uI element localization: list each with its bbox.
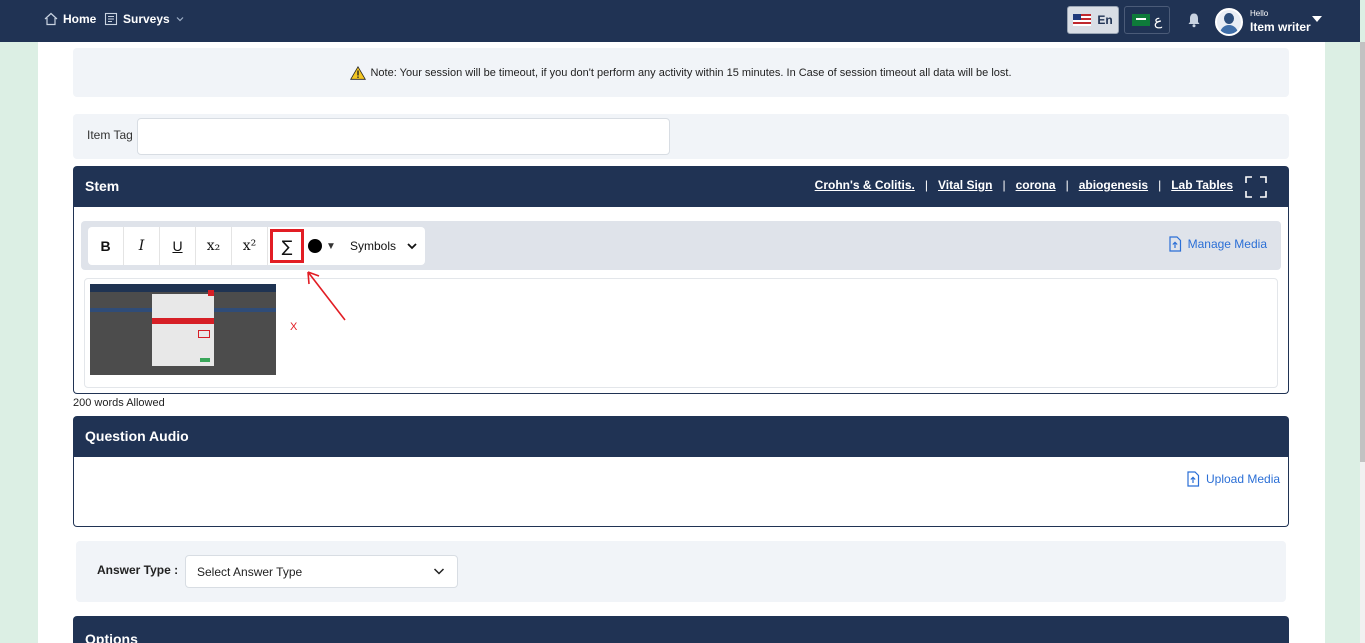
- item-tag-row: Item Tag: [73, 114, 1289, 159]
- manage-media-button[interactable]: Manage Media: [1168, 236, 1267, 252]
- annotation-arrow-icon: [307, 271, 346, 321]
- stem-title: Stem: [85, 178, 120, 194]
- language-english-button[interactable]: En: [1067, 6, 1119, 34]
- language-arabic-button[interactable]: ع: [1124, 6, 1170, 34]
- session-timeout-text: Note: Your session will be timeout, if y…: [370, 66, 1012, 79]
- user-name[interactable]: Item writer: [1250, 20, 1311, 34]
- language-english-label: En: [1097, 13, 1113, 27]
- editor-toolbar: B I U x₂ x² ∑ ▼ Symbols: [88, 227, 425, 265]
- stem-reference-links: Crohn's & Colitis. | Vital Sign | corona…: [815, 178, 1233, 192]
- link-corona[interactable]: corona: [1016, 178, 1056, 192]
- stem-image-thumbnail[interactable]: [90, 284, 276, 375]
- saudi-flag-icon: [1131, 14, 1150, 26]
- options-title: Options: [85, 631, 138, 643]
- user-greeting: Hello: [1250, 9, 1269, 18]
- us-flag-icon: [1073, 14, 1092, 26]
- symbols-label: Symbols: [350, 239, 397, 253]
- answer-type-selected: Select Answer Type: [197, 565, 303, 579]
- link-vital-sign[interactable]: Vital Sign: [938, 178, 992, 192]
- nav-surveys-menu[interactable]: Surveys: [104, 12, 185, 26]
- words-allowed-hint: 200 words Allowed: [73, 397, 165, 409]
- equation-sum-button[interactable]: ∑: [270, 229, 304, 263]
- user-menu-caret-icon[interactable]: [1312, 16, 1322, 22]
- question-audio-header: Question Audio: [73, 416, 1289, 457]
- link-separator: |: [924, 178, 928, 192]
- question-audio-title: Question Audio: [85, 428, 189, 444]
- link-crohns-colitis[interactable]: Crohn's & Colitis.: [815, 178, 915, 192]
- language-arabic-label: ع: [1153, 11, 1163, 28]
- item-tag-input[interactable]: [137, 118, 670, 155]
- question-audio-body: [73, 457, 1289, 527]
- warning-icon: [350, 65, 367, 80]
- scrollbar-thumb[interactable]: [1360, 42, 1365, 462]
- answer-type-label: Answer Type :: [97, 563, 179, 577]
- link-separator: |: [1065, 178, 1069, 192]
- symbols-dropdown[interactable]: Symbols: [350, 239, 418, 253]
- text-color-picker[interactable]: ▼: [308, 239, 342, 253]
- stem-header: Stem Crohn's & Colitis. | Vital Sign | c…: [73, 166, 1289, 207]
- bell-icon[interactable]: [1187, 12, 1201, 28]
- upload-file-icon: [1187, 471, 1200, 487]
- link-lab-tables[interactable]: Lab Tables: [1171, 178, 1233, 192]
- upload-media-button[interactable]: Upload Media: [1186, 471, 1280, 487]
- color-swatch-icon: [308, 239, 322, 253]
- nav-home-label: Home: [63, 12, 97, 26]
- nav-surveys-label: Surveys: [123, 12, 170, 26]
- chevron-down-icon: [407, 243, 417, 250]
- fullscreen-icon[interactable]: [1245, 176, 1267, 198]
- nav-home-link[interactable]: Home: [44, 12, 96, 26]
- superscript-button[interactable]: x²: [232, 227, 268, 265]
- upload-media-label: Upload Media: [1206, 472, 1281, 486]
- item-tag-label: Item Tag: [87, 128, 133, 142]
- options-header: Options: [73, 616, 1289, 643]
- link-abiogenesis[interactable]: abiogenesis: [1079, 178, 1148, 192]
- link-separator: |: [1158, 178, 1162, 192]
- chevron-down-icon: [176, 17, 184, 22]
- editor-toolbar-container: B I U x₂ x² ∑ ▼ Symbols Manage Media: [81, 221, 1281, 270]
- bold-button[interactable]: B: [88, 227, 124, 265]
- color-caret-icon: ▼: [326, 240, 336, 252]
- remove-image-button[interactable]: X: [290, 321, 297, 333]
- survey-icon: [104, 12, 118, 26]
- chevron-down-icon: [433, 568, 445, 575]
- answer-type-row: Answer Type : Select Answer Type: [76, 541, 1286, 602]
- subscript-button[interactable]: x₂: [196, 227, 232, 265]
- home-icon: [44, 12, 58, 26]
- session-timeout-notice: Note: Your session will be timeout, if y…: [73, 48, 1289, 97]
- answer-type-select[interactable]: Select Answer Type: [185, 555, 458, 588]
- underline-button[interactable]: U: [160, 227, 196, 265]
- link-separator: |: [1002, 178, 1006, 192]
- user-avatar[interactable]: [1215, 8, 1243, 36]
- upload-file-icon: [1169, 236, 1181, 252]
- italic-button[interactable]: I: [124, 227, 160, 265]
- top-navbar: Home Surveys En ع Hello Item writer: [0, 0, 1360, 42]
- manage-media-label: Manage Media: [1187, 237, 1267, 251]
